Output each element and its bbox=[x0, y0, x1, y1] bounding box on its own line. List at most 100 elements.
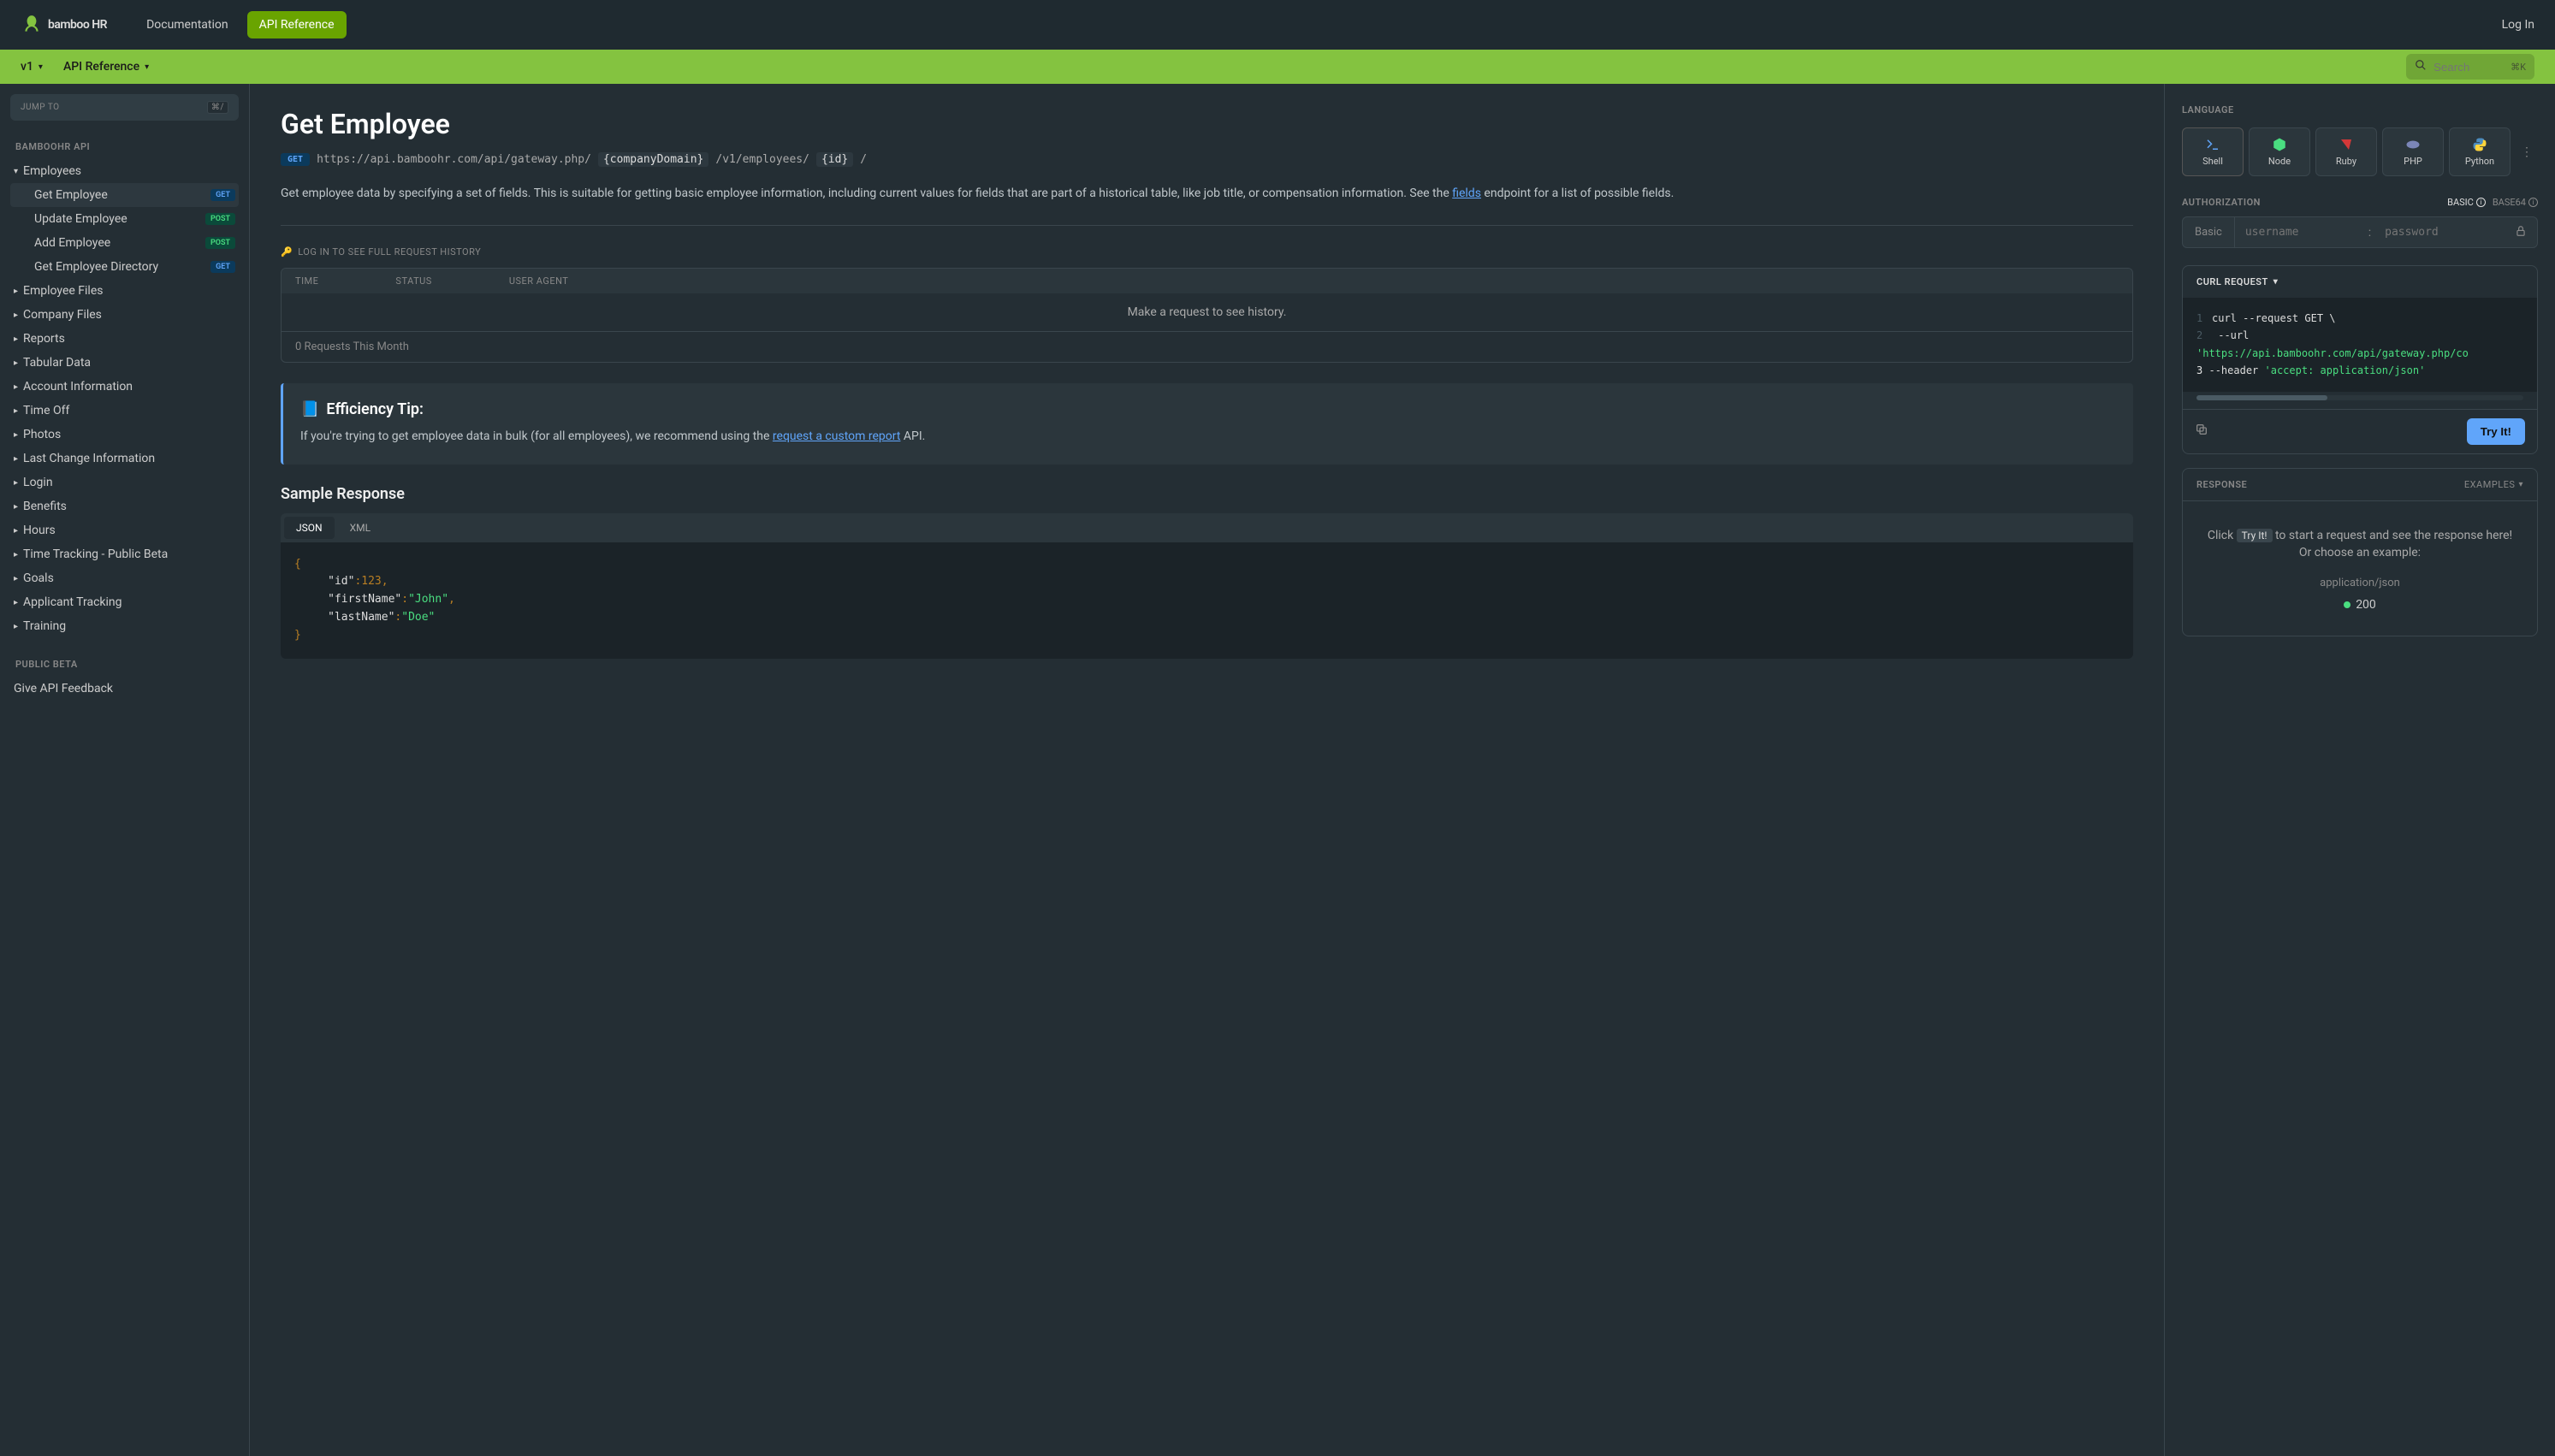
sidebar-item-reports[interactable]: ▸Reports bbox=[10, 327, 239, 351]
nav-api-reference[interactable]: API Reference bbox=[247, 11, 347, 38]
login-link[interactable]: Log In bbox=[2502, 18, 2534, 32]
sidebar-item-account-information[interactable]: ▸Account Information bbox=[10, 375, 239, 399]
col-status: STATUS bbox=[395, 275, 431, 287]
node-icon bbox=[2272, 137, 2287, 152]
code: --url bbox=[2218, 329, 2249, 341]
lang-node[interactable]: Node bbox=[2249, 127, 2310, 176]
code: --request bbox=[2243, 312, 2298, 324]
url-path-param: {id} bbox=[816, 152, 853, 167]
efficiency-tip-callout: 📘 Efficiency Tip: If you're trying to ge… bbox=[281, 383, 2133, 465]
api-reference-dropdown[interactable]: API Reference ▾ bbox=[63, 60, 149, 74]
sidebar-item-give-feedback[interactable]: Give API Feedback bbox=[10, 677, 239, 701]
main: JUMP TO ⌘/ BAMBOOHR API ▾ Employees Get … bbox=[0, 84, 2555, 1456]
more-languages-button[interactable]: ⋮ bbox=[2516, 145, 2538, 159]
sidebar-item-label: Hours bbox=[23, 524, 56, 537]
custom-report-link[interactable]: request a custom report bbox=[773, 429, 901, 443]
sidebar-item-training[interactable]: ▸ Training bbox=[10, 614, 239, 638]
status-dot-icon bbox=[2344, 601, 2350, 608]
username-input[interactable] bbox=[2235, 217, 2365, 247]
curl-request-box: CURL REQUEST ▾ 1curl --request GET \2 --… bbox=[2182, 265, 2538, 454]
fields-link[interactable]: fields bbox=[1452, 186, 1481, 200]
sidebar-item-employee-files[interactable]: ▸Employee Files bbox=[10, 279, 239, 303]
sidebar-item-get-employee-directory[interactable]: Get Employee Directory GET bbox=[10, 255, 239, 279]
tab-json[interactable]: JSON bbox=[284, 517, 335, 539]
sidebar-item-label: Time Off bbox=[23, 404, 69, 417]
chevron-right-icon: ▸ bbox=[14, 598, 18, 607]
auth-mode-basic[interactable]: BASICi bbox=[2447, 197, 2486, 208]
sidebar-item-benefits[interactable]: ▸Benefits bbox=[10, 494, 239, 518]
lang-label: Node bbox=[2268, 156, 2291, 167]
tab-xml[interactable]: XML bbox=[338, 517, 382, 539]
authorization-header: AUTHORIZATION BASICi BASE64i bbox=[2182, 197, 2538, 208]
sidebar-item-label: Login bbox=[23, 476, 53, 489]
text: to start a request and see the response … bbox=[2273, 529, 2513, 542]
content: Get Employee GET https://api.bamboohr.co… bbox=[250, 84, 2555, 1456]
sidebar-item-update-employee[interactable]: Update Employee POST bbox=[10, 207, 239, 231]
sidebar-item-company-files[interactable]: ▸Company Files bbox=[10, 303, 239, 327]
lang-php[interactable]: PHP bbox=[2382, 127, 2444, 176]
lang-python[interactable]: Python bbox=[2449, 127, 2511, 176]
try-it-button[interactable]: Try It! bbox=[2467, 418, 2525, 445]
password-input[interactable] bbox=[2374, 217, 2505, 247]
top-header: bamboo HR Documentation API Reference Lo… bbox=[0, 0, 2555, 50]
sidebar: JUMP TO ⌘/ BAMBOOHR API ▾ Employees Get … bbox=[0, 84, 250, 1456]
code: 'https://api.bamboohr.com/api/gateway.ph… bbox=[2196, 347, 2469, 359]
sidebar-item-tabular-data[interactable]: ▸Tabular Data bbox=[10, 351, 239, 375]
lang-ruby[interactable]: Ruby bbox=[2315, 127, 2377, 176]
sidebar-item-add-employee[interactable]: Add Employee POST bbox=[10, 231, 239, 255]
status-200[interactable]: 200 bbox=[2344, 598, 2376, 612]
url-segment: / bbox=[860, 153, 867, 166]
nav-documentation[interactable]: Documentation bbox=[134, 11, 240, 38]
lang-shell[interactable]: Shell bbox=[2182, 127, 2244, 176]
login-history-link[interactable]: 🔑 LOG IN TO SEE FULL REQUEST HISTORY bbox=[281, 246, 2133, 257]
table-empty-row: Make a request to see history. bbox=[282, 293, 2132, 331]
label: CURL REQUEST bbox=[2196, 276, 2268, 287]
chevron-right-icon: ▸ bbox=[14, 622, 18, 631]
sidebar-item-label: Reports bbox=[23, 332, 65, 346]
jump-to-button[interactable]: JUMP TO ⌘/ bbox=[10, 94, 239, 121]
lang-label: Python bbox=[2465, 156, 2494, 167]
logo-text: bamboo HR bbox=[48, 18, 107, 32]
method-badge: GET bbox=[210, 189, 235, 201]
code: curl bbox=[2212, 312, 2243, 324]
sidebar-item-get-employee[interactable]: Get Employee GET bbox=[10, 183, 239, 207]
sidebar-item-login[interactable]: ▸Login bbox=[10, 471, 239, 494]
curl-code: 1curl --request GET \2 --url 'https://ap… bbox=[2183, 298, 2537, 392]
scrollbar-thumb[interactable] bbox=[2196, 395, 2327, 400]
response-hint-line: Click Try It! to start a request and see… bbox=[2200, 529, 2520, 542]
url-segment: https://api.bamboohr.com/api/gateway.php… bbox=[317, 153, 591, 166]
divider bbox=[281, 225, 2133, 226]
jump-to-shortcut: ⌘/ bbox=[207, 101, 228, 114]
horizontal-scrollbar[interactable] bbox=[2196, 395, 2523, 400]
chevron-right-icon: ▸ bbox=[14, 550, 18, 559]
sidebar-item-hours[interactable]: ▸Hours bbox=[10, 518, 239, 542]
auth-mode-base64[interactable]: BASE64i bbox=[2493, 197, 2538, 208]
sidebar-item-time-off[interactable]: ▸Time Off bbox=[10, 399, 239, 423]
sidebar-item-photos[interactable]: ▸Photos bbox=[10, 423, 239, 447]
copy-button[interactable] bbox=[2195, 423, 2208, 440]
method-badge: POST bbox=[205, 237, 235, 249]
search-box[interactable]: ⌘K bbox=[2406, 54, 2534, 80]
response-mime-type: application/json bbox=[2200, 577, 2520, 589]
curl-request-dropdown[interactable]: CURL REQUEST ▾ bbox=[2196, 276, 2278, 287]
examples-dropdown[interactable]: EXAMPLES ▾ bbox=[2464, 479, 2523, 490]
sidebar-item-time-tracking-beta[interactable]: ▸Time Tracking - Public Beta bbox=[10, 542, 239, 566]
version-selector[interactable]: v1 ▾ bbox=[21, 60, 43, 74]
sidebar-item-last-change-information[interactable]: ▸Last Change Information bbox=[10, 447, 239, 471]
lang-label: Shell bbox=[2202, 156, 2223, 167]
sidebar-item-employees[interactable]: ▾ Employees bbox=[10, 159, 239, 183]
sidebar-item-goals[interactable]: ▸Goals bbox=[10, 566, 239, 590]
page-title: Get Employee bbox=[281, 108, 2133, 140]
logo[interactable]: bamboo HR bbox=[21, 14, 107, 36]
code: --header bbox=[2208, 364, 2258, 376]
sub-header: v1 ▾ API Reference ▾ ⌘K bbox=[0, 50, 2555, 84]
text: API. bbox=[900, 429, 925, 443]
code: GET \ bbox=[2298, 312, 2335, 324]
sidebar-item-label: Account Information bbox=[23, 380, 133, 394]
table-footer: 0 Requests This Month bbox=[282, 331, 2132, 362]
sidebar-item-label: Training bbox=[23, 619, 66, 633]
search-input[interactable] bbox=[2433, 61, 2504, 74]
endpoint-url: GET https://api.bamboohr.com/api/gateway… bbox=[281, 152, 2133, 167]
sidebar-item-applicant-tracking[interactable]: ▸Applicant Tracking bbox=[10, 590, 239, 614]
sidebar-item-label: Goals bbox=[23, 571, 54, 585]
